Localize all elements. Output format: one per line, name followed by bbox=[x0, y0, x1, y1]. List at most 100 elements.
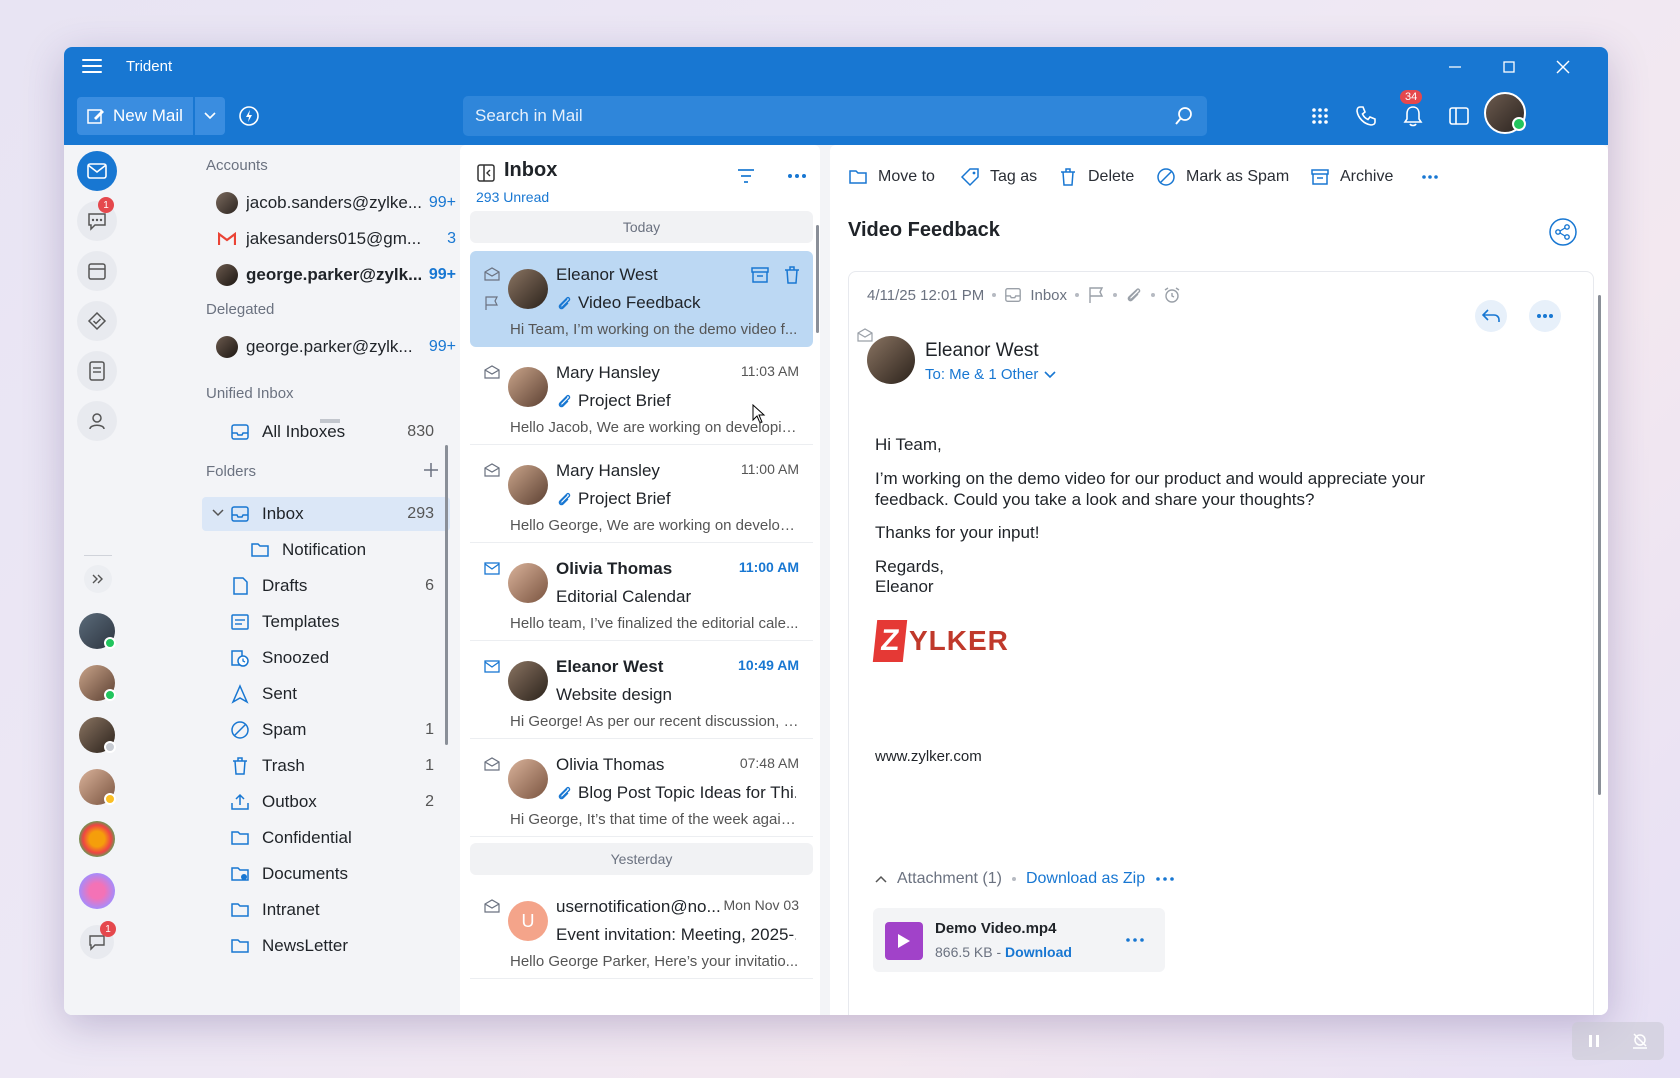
reply-button[interactable] bbox=[1475, 300, 1507, 332]
delegated-account-item[interactable]: george.parker@zylk... 99+ bbox=[216, 331, 456, 363]
accounts-heading: Accounts bbox=[206, 157, 268, 174]
account-item[interactable]: jacob.sanders@zylke... 99+ bbox=[216, 187, 456, 219]
body-regards: Regards, bbox=[875, 557, 944, 576]
file-download-link[interactable]: Download bbox=[1005, 944, 1072, 960]
trash-icon bbox=[233, 757, 247, 775]
menu-icon[interactable] bbox=[82, 59, 102, 75]
sender-initial-avatar: U bbox=[508, 901, 548, 941]
unified-inbox-heading: Unified Inbox bbox=[206, 385, 294, 402]
rail-group-avatar[interactable] bbox=[79, 873, 115, 909]
download-zip-link[interactable]: Download as Zip bbox=[1026, 870, 1145, 888]
folder-count: 6 bbox=[425, 577, 434, 594]
folder-documents[interactable]: Documents bbox=[202, 857, 450, 891]
add-folder-icon[interactable] bbox=[422, 461, 440, 479]
camera-off-icon[interactable] bbox=[1631, 1033, 1649, 1049]
mail-list-scrollbar[interactable] bbox=[816, 225, 819, 333]
close-button[interactable] bbox=[1540, 53, 1586, 81]
mail-item[interactable]: U usernotification@no... Mon Nov 03 Even… bbox=[470, 883, 813, 979]
rail-contacts-button[interactable] bbox=[77, 401, 117, 441]
folder-spam[interactable]: Spam 1 bbox=[202, 713, 450, 747]
folder-icon bbox=[231, 939, 249, 953]
attachment-file[interactable]: Demo Video.mp4 866.5 KB - Download bbox=[873, 908, 1165, 972]
pause-icon[interactable] bbox=[1588, 1034, 1600, 1048]
notifications-button[interactable] bbox=[1400, 103, 1426, 129]
delete-button[interactable]: Delete bbox=[1058, 167, 1134, 187]
new-mail-dropdown[interactable] bbox=[194, 97, 225, 135]
sender-name[interactable]: Eleanor West bbox=[925, 340, 1039, 362]
quick-action-icon[interactable] bbox=[237, 104, 261, 128]
chevron-down-icon[interactable] bbox=[212, 509, 224, 517]
separator-dot bbox=[1113, 293, 1118, 297]
folder-all-inboxes[interactable]: All Inboxes 830 bbox=[202, 415, 450, 449]
recipients-toggle[interactable]: To: Me & 1 Other bbox=[925, 366, 1056, 383]
folder-newsletter[interactable]: NewsLetter bbox=[202, 929, 450, 963]
chevron-up-icon[interactable] bbox=[875, 875, 887, 883]
folder-trash[interactable]: Trash 1 bbox=[202, 749, 450, 783]
attachment-icon[interactable] bbox=[1125, 286, 1143, 304]
rail-mail-button[interactable] bbox=[77, 151, 117, 191]
tag-as-button[interactable]: Tag as bbox=[960, 167, 1037, 187]
filter-icon[interactable] bbox=[735, 167, 757, 185]
folder-inbox[interactable]: Inbox 293 bbox=[202, 497, 450, 531]
mail-item-unread[interactable]: Olivia Thomas 11:00 AM Editorial Calenda… bbox=[470, 545, 813, 641]
attachment-count: Attachment (1) bbox=[897, 870, 1002, 887]
account-item[interactable]: george.parker@zylk... 99+ bbox=[216, 259, 456, 291]
folder-sent[interactable]: Sent bbox=[202, 677, 450, 711]
rail-calendar-button[interactable] bbox=[77, 251, 117, 291]
phone-button[interactable] bbox=[1353, 103, 1379, 129]
folder-drafts[interactable]: Drafts 6 bbox=[202, 569, 450, 603]
account-item[interactable]: jakesanders015@gm... 3 bbox=[216, 223, 456, 255]
flag-icon[interactable] bbox=[484, 295, 500, 311]
search-input[interactable] bbox=[475, 106, 1173, 126]
more-options-icon[interactable] bbox=[1123, 930, 1147, 950]
account-name: george.parker@zylk... bbox=[246, 265, 421, 284]
app-title: Trident bbox=[126, 58, 173, 75]
mail-preview: Hi George, It’s that time of the week ag… bbox=[510, 811, 800, 828]
mail-item-selected[interactable]: Eleanor West Video Feedback Hi Team, I’m… bbox=[470, 251, 813, 424]
flag-icon[interactable] bbox=[1087, 286, 1105, 304]
alarm-clock-icon[interactable] bbox=[1163, 286, 1181, 304]
side-panel-button[interactable] bbox=[1446, 103, 1472, 129]
more-options-icon[interactable] bbox=[1155, 876, 1175, 882]
mail-subject: Blog Post Topic Ideas for Thi... bbox=[578, 783, 796, 802]
folder-snoozed[interactable]: Snoozed bbox=[202, 641, 450, 675]
new-mail-button[interactable]: New Mail bbox=[77, 97, 193, 135]
minimize-button[interactable] bbox=[1432, 53, 1478, 81]
folder-scrollbar[interactable] bbox=[445, 445, 448, 745]
mail-item[interactable]: Mary Hansley 11:00 AM Project Brief Hell… bbox=[470, 447, 813, 543]
message-more-button[interactable] bbox=[1529, 300, 1561, 332]
website-link[interactable]: www.zylker.com bbox=[875, 748, 982, 765]
move-to-button[interactable]: Move to bbox=[848, 167, 935, 187]
folder-confidential[interactable]: Confidential bbox=[202, 821, 450, 855]
share-icon[interactable] bbox=[1548, 217, 1578, 247]
trash-icon[interactable] bbox=[782, 265, 802, 285]
mark-spam-button[interactable]: Mark as Spam bbox=[1156, 167, 1289, 187]
folder-intranet[interactable]: Intranet bbox=[202, 893, 450, 927]
message-folder[interactable]: Inbox bbox=[1030, 287, 1067, 304]
rail-expand-button[interactable] bbox=[84, 565, 112, 593]
mail-item[interactable]: Olivia Thomas 07:48 AM Blog Post Topic I… bbox=[470, 741, 813, 837]
mail-item-unread[interactable]: Eleanor West 10:49 AM Website design Hi … bbox=[470, 643, 813, 739]
mail-item[interactable]: Mary Hansley 11:03 AM Project Brief Hell… bbox=[470, 349, 813, 445]
more-actions-button[interactable] bbox=[1420, 167, 1440, 187]
archive-icon[interactable] bbox=[750, 265, 770, 285]
folder-outbox[interactable]: Outbox 2 bbox=[202, 785, 450, 819]
rail-tasks-button[interactable] bbox=[77, 301, 117, 341]
top-bar: Trident New Mail Search in Mail 34 bbox=[64, 47, 1608, 145]
maximize-button[interactable] bbox=[1486, 53, 1532, 81]
apps-grid-button[interactable] bbox=[1307, 103, 1333, 129]
collapse-pane-icon[interactable] bbox=[476, 163, 496, 183]
unread-count[interactable]: 293 Unread bbox=[476, 189, 549, 205]
folder-name: Spam bbox=[262, 720, 307, 739]
compose-icon bbox=[87, 109, 104, 124]
more-options-icon[interactable] bbox=[785, 167, 809, 185]
folder-templates[interactable]: Templates bbox=[202, 605, 450, 639]
rail-notes-button[interactable] bbox=[77, 351, 117, 391]
folder-notification[interactable]: Notification bbox=[202, 533, 450, 567]
search-icon[interactable] bbox=[1173, 105, 1195, 127]
archive-button[interactable]: Archive bbox=[1310, 167, 1393, 187]
trash-icon bbox=[1061, 168, 1075, 186]
reading-scrollbar[interactable] bbox=[1598, 295, 1601, 795]
sender-avatar[interactable] bbox=[867, 336, 915, 384]
rail-app-icon[interactable] bbox=[79, 821, 115, 857]
